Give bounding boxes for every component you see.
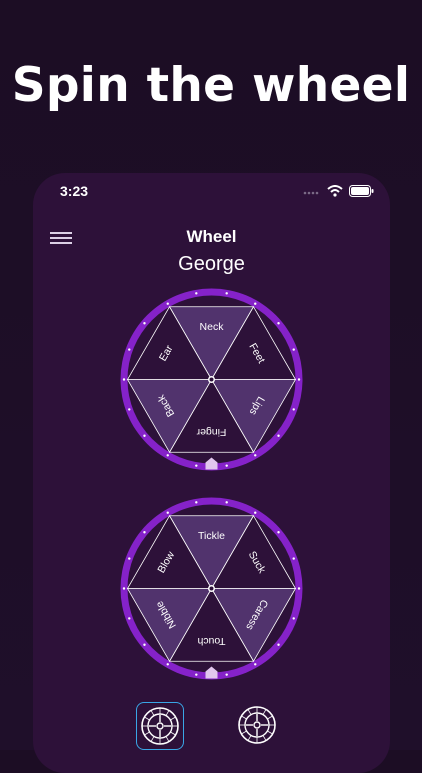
spin-two-wheels-button[interactable] <box>234 702 282 750</box>
wifi-icon <box>327 184 343 202</box>
phone-screen: 3:23 Wheel George Neck Feet Lips Finger Bac <box>33 173 390 773</box>
wheel-slice-label: Finger <box>196 426 226 438</box>
status-time: 3:23 <box>60 183 89 199</box>
action-wheel[interactable]: Tickle Suck Caress Touch Nibble Blow <box>120 497 303 680</box>
wheel-slice-label: Tickle <box>198 530 225 542</box>
nav-title: Wheel <box>186 227 237 246</box>
player-name: George <box>178 253 245 275</box>
roulette-icon <box>236 704 280 746</box>
body-part-wheel[interactable]: Neck Feet Lips Finger Back Ear <box>120 288 303 471</box>
spin-one-wheel-button[interactable] <box>136 702 184 750</box>
wheel-slice-label: Neck <box>200 321 225 333</box>
signal-icon <box>303 184 321 202</box>
status-icons <box>303 184 374 202</box>
roulette-icon <box>139 705 181 747</box>
wheel-slice-label: Touch <box>197 635 225 647</box>
battery-icon <box>349 184 374 202</box>
headline: Spin the wheel <box>11 58 411 113</box>
